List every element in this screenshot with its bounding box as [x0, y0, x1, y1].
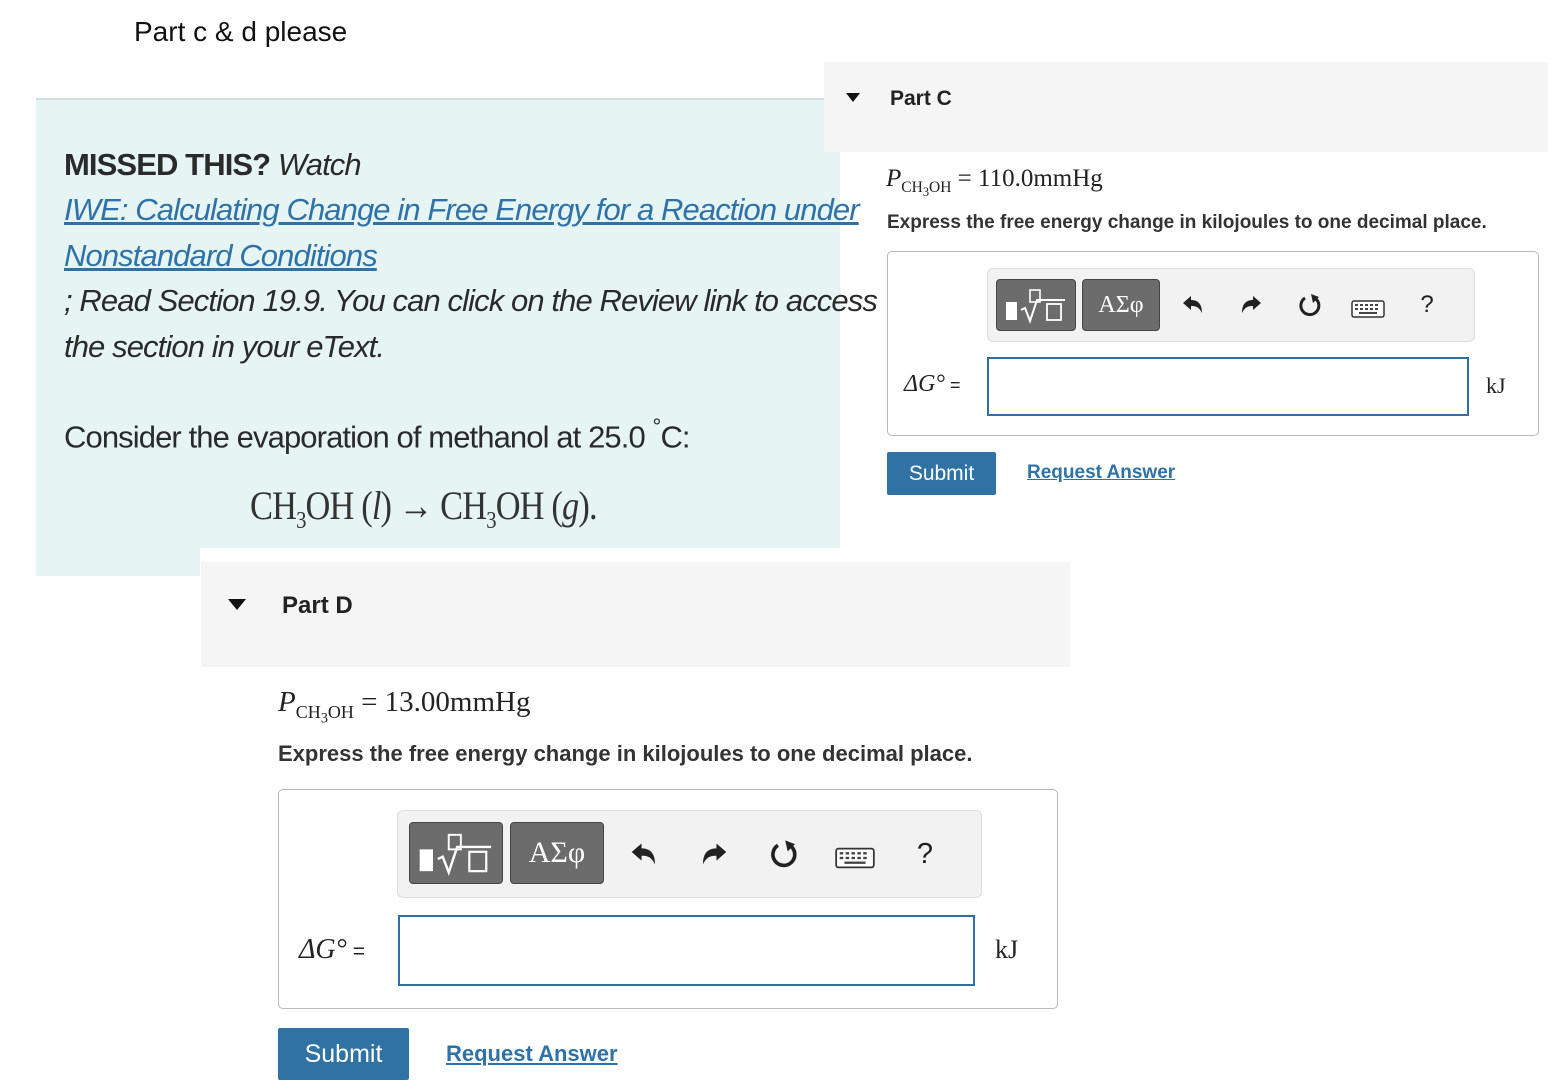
reactant-oh: OH (	[305, 483, 373, 528]
equals-sign: =	[945, 375, 961, 395]
iwe-link-line-2[interactable]: Nonstandard Conditions	[64, 233, 859, 279]
part-d-answer-input[interactable]	[398, 915, 975, 986]
triangle-down-icon[interactable]	[846, 93, 860, 102]
pressure-sub-ch: CH	[901, 179, 923, 196]
missed-this-line: MISSED THIS? Watch	[64, 142, 362, 188]
missed-this-label: MISSED THIS?	[64, 147, 271, 182]
reaction-arrow: →	[391, 483, 441, 528]
part-d-submit-button[interactable]: Submit	[278, 1028, 409, 1080]
symbols-button[interactable]: ΑΣφ	[510, 822, 604, 884]
iwe-video-link[interactable]: IWE: Calculating Change in Free Energy f…	[64, 187, 860, 279]
part-c-answer-input[interactable]	[987, 357, 1469, 416]
part-d-instruction: Express the free energy change in kilojo…	[278, 741, 973, 766]
reactant-sub: 3	[296, 508, 306, 534]
pressure-value: = 110.0mmHg	[951, 165, 1103, 192]
product-close: ).	[578, 483, 597, 528]
consider-prefix: Consider the evaporation of methanol at …	[64, 419, 653, 455]
degree-symbol: °	[652, 414, 662, 439]
keyboard-icon[interactable]	[834, 845, 876, 871]
iwe-link-line-1[interactable]: IWE: Calculating Change in Free Energy f…	[64, 187, 860, 233]
sqrt-template-glyph	[1006, 289, 1065, 324]
pressure-sub-oh: OH	[929, 179, 952, 196]
sqrt-template-icon[interactable]	[996, 279, 1076, 331]
part-c-pressure: PCH3OH = 110.0mmHg	[886, 165, 1103, 200]
help-icon[interactable]: ?	[908, 836, 942, 872]
read-section-text: ; Read Section 19.9. You can click on th…	[64, 278, 878, 370]
delta-g-symbol: ΔG°	[904, 371, 946, 397]
pressure-value: = 13.00mmHg	[353, 686, 531, 718]
consider-suffix: C:	[660, 419, 690, 455]
triangle-down-icon[interactable]	[228, 599, 246, 610]
redo-icon[interactable]	[1236, 290, 1266, 320]
part-c-dg-label: ΔG° =	[904, 371, 961, 398]
pressure-sub-3: 3	[320, 710, 328, 727]
pressure-symbol: P	[278, 686, 296, 718]
help-icon[interactable]: ?	[1412, 290, 1442, 320]
watch-label: Watch	[270, 147, 362, 182]
part-d-pressure: PCH3OH = 13.00mmHg	[278, 686, 531, 727]
read-line-1: ; Read Section 19.9. You can click on th…	[64, 283, 878, 318]
keyboard-icon[interactable]	[1350, 298, 1386, 320]
part-d-request-answer-link[interactable]: Request Answer	[446, 1041, 618, 1067]
post-caption: Part c & d please	[134, 16, 348, 47]
symbols-button[interactable]: ΑΣφ	[1082, 279, 1160, 331]
read-line-2: the section in your eText.	[64, 329, 385, 364]
redo-icon[interactable]	[696, 836, 732, 872]
part-c-title[interactable]: Part C	[890, 87, 952, 111]
product-sub: 3	[486, 508, 496, 534]
part-c-instruction: Express the free energy change in kilojo…	[887, 212, 1487, 233]
sqrt-template-glyph	[419, 833, 492, 876]
product-oh: OH (	[495, 483, 563, 528]
delta-g-symbol: ΔG°	[299, 934, 347, 965]
pressure-sub-oh: OH	[327, 701, 354, 722]
part-c-submit-button[interactable]: Submit	[887, 452, 996, 495]
product-ch: CH	[440, 483, 487, 528]
reactant-phase: l	[371, 483, 382, 528]
part-d-dg-label: ΔG° =	[299, 934, 365, 966]
reactant-close: )	[380, 483, 392, 528]
sqrt-template-icon[interactable]	[409, 822, 503, 884]
pressure-sub-ch: CH	[295, 701, 321, 722]
reactant-ch: CH	[250, 483, 297, 528]
part-d-title[interactable]: Part D	[282, 592, 353, 620]
part-c-request-answer-link[interactable]: Request Answer	[1027, 462, 1175, 484]
part-c-unit: kJ	[1486, 373, 1506, 398]
part-d-unit: kJ	[995, 935, 1019, 964]
pressure-symbol: P	[886, 165, 902, 192]
undo-icon[interactable]	[626, 836, 662, 872]
reset-icon[interactable]	[764, 835, 804, 875]
consider-text: Consider the evaporation of methanol at …	[64, 406, 691, 460]
equals-sign: =	[346, 940, 365, 963]
reset-icon[interactable]	[1294, 290, 1326, 322]
undo-icon[interactable]	[1178, 290, 1208, 320]
product-phase: g	[562, 483, 579, 528]
reaction-equation: CH3OH (l) → CH3OH (g).	[250, 482, 598, 535]
